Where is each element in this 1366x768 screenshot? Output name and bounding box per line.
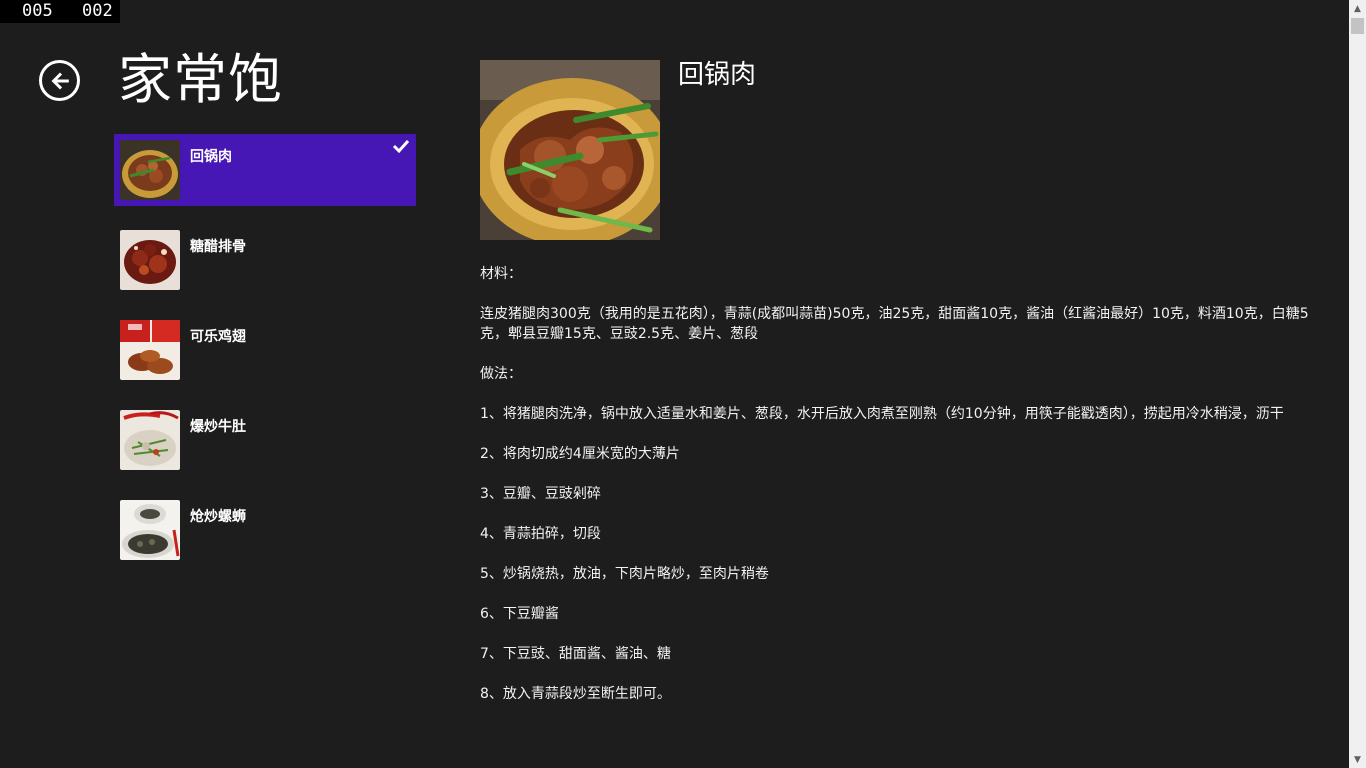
item-label: 爆炒牛肚: [190, 419, 246, 435]
page-title: 家常饱: [118, 48, 283, 111]
step-1: 1、将猪腿肉洗净，锅中放入适量水和姜片、葱段，水开后放入肉煮至刚熟（约10分钟，…: [480, 406, 1284, 422]
back-arrow-icon: [51, 72, 69, 89]
method-heading: 做法：: [480, 366, 522, 382]
item-thumbnail: [120, 320, 180, 380]
recipe-image: [480, 60, 660, 240]
step-7: 7、下豆豉、甜面酱、酱油、糖: [480, 646, 671, 662]
vertical-scrollbar[interactable]: ▲ ▼: [1349, 0, 1366, 768]
back-button[interactable]: [39, 60, 80, 101]
counter-left: 005: [22, 1, 53, 21]
recipe-list: 回锅肉 糖醋排骨 可乐鸡翅 爆炒牛肚 炝炒螺蛳: [114, 134, 416, 584]
ingredients-text: 连皮猪腿肉300克（我用的是五花肉），青蒜(成都叫蒜苗)50克，油25克，甜面酱…: [480, 306, 1309, 342]
counter-right: 002: [82, 1, 113, 21]
checkmark-icon: [392, 139, 410, 154]
list-item-baochaoniudu[interactable]: 爆炒牛肚: [114, 404, 416, 476]
scrollbar-thumb[interactable]: [1351, 18, 1364, 34]
step-6: 6、下豆瓣酱: [480, 606, 559, 622]
item-thumbnail: [120, 230, 180, 290]
step-4: 4、青蒜拍碎，切段: [480, 526, 601, 542]
item-label: 可乐鸡翅: [190, 329, 246, 345]
item-thumbnail: [120, 140, 180, 200]
item-thumbnail: [120, 500, 180, 560]
frame-counter: 005 002: [0, 0, 120, 23]
app-window: 005 002 家常饱 回锅肉 糖醋排骨 可乐鸡翅 爆炒牛肚 炝炒螺蛳 回锅肉 …: [0, 0, 1366, 768]
list-item-qiangchaoluosi[interactable]: 炝炒螺蛳: [114, 494, 416, 566]
step-8: 8、放入青蒜段炒至断生即可。: [480, 686, 671, 702]
item-label: 炝炒螺蛳: [190, 509, 246, 525]
recipe-body: 材料： 连皮猪腿肉300克（我用的是五花肉），青蒜(成都叫蒜苗)50克，油25克…: [480, 264, 1310, 724]
ingredients-heading: 材料：: [480, 266, 522, 282]
list-item-kelejichi[interactable]: 可乐鸡翅: [114, 314, 416, 386]
step-5: 5、炒锅烧热，放油，下肉片略炒，至肉片稍卷: [480, 566, 769, 582]
recipe-title: 回锅肉: [678, 60, 757, 90]
item-thumbnail: [120, 410, 180, 470]
item-label: 糖醋排骨: [190, 239, 246, 255]
item-label: 回锅肉: [190, 149, 232, 165]
step-3: 3、豆瓣、豆豉剁碎: [480, 486, 601, 502]
list-item-tangcupaigu[interactable]: 糖醋排骨: [114, 224, 416, 296]
list-item-huiguorou[interactable]: 回锅肉: [114, 134, 416, 206]
scroll-up-arrow-icon[interactable]: ▲: [1349, 0, 1366, 17]
step-2: 2、将肉切成约4厘米宽的大薄片: [480, 446, 680, 462]
scroll-down-arrow-icon[interactable]: ▼: [1349, 751, 1366, 768]
